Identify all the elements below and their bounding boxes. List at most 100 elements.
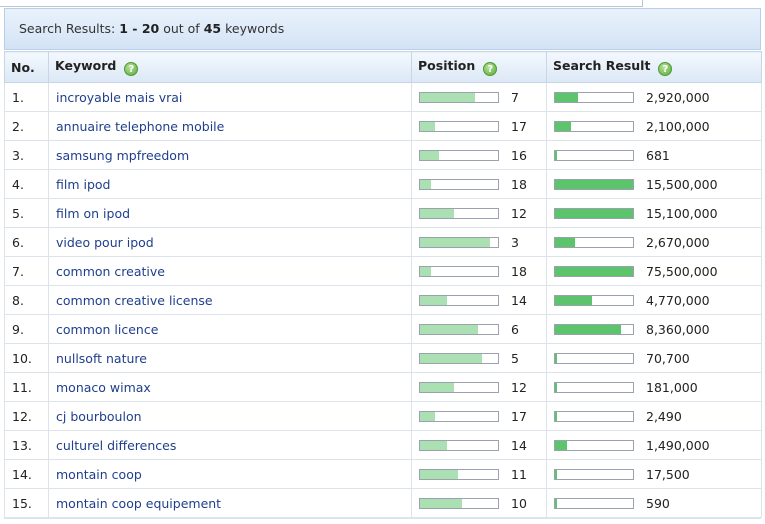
position-value: 3 bbox=[511, 235, 519, 250]
keyword-link[interactable]: montain coop bbox=[56, 467, 142, 482]
position-value: 14 bbox=[511, 438, 527, 453]
search-result-bar-fill bbox=[555, 238, 576, 247]
search-result-value: 15,100,000 bbox=[646, 206, 718, 221]
keyword-link[interactable]: nullsoft nature bbox=[56, 351, 147, 366]
search-result-cell: 8,360,000 bbox=[546, 314, 762, 344]
position-value: 14 bbox=[511, 293, 527, 308]
search-result-cell: 15,500,000 bbox=[546, 169, 762, 199]
table-row: 15. montain coop equipement 10 590 bbox=[4, 488, 762, 518]
row-number-text: 11. bbox=[12, 379, 32, 395]
keyword-cell: montain coop bbox=[48, 459, 412, 489]
position-cell: 18 bbox=[411, 256, 547, 286]
keyword-link[interactable]: common licence bbox=[56, 322, 158, 337]
keyword-link[interactable]: common creative license bbox=[56, 293, 213, 308]
position-bar-fill bbox=[420, 180, 431, 189]
search-result-value: 590 bbox=[646, 496, 670, 511]
keyword-link[interactable]: common creative bbox=[56, 264, 165, 279]
search-result-cell: 2,670,000 bbox=[546, 227, 762, 257]
help-icon[interactable]: ? bbox=[658, 62, 673, 76]
position-bar bbox=[419, 237, 499, 248]
table-row: 13. culturel differences 14 1,490,000 bbox=[4, 430, 762, 460]
search-result-cell: 2,100,000 bbox=[546, 111, 762, 141]
position-bar bbox=[419, 353, 499, 364]
position-cell: 3 bbox=[411, 227, 547, 257]
search-result-cell: 2,920,000 bbox=[546, 82, 762, 112]
table-row: 12. cj bourboulon 17 2,490 bbox=[4, 401, 762, 431]
column-no-label: No. bbox=[11, 59, 35, 75]
row-number-text: 4. bbox=[12, 176, 24, 192]
keyword-cell: annuaire telephone mobile bbox=[48, 111, 412, 141]
row-number-text: 1. bbox=[12, 89, 24, 105]
column-header-search-result[interactable]: Search Result? bbox=[546, 51, 762, 83]
column-header-no: No. bbox=[4, 51, 49, 83]
table-bottom-edge bbox=[4, 518, 761, 524]
position-bar bbox=[419, 440, 499, 451]
position-bar bbox=[419, 324, 499, 335]
row-number-text: 5. bbox=[12, 205, 24, 221]
top-tab-edge bbox=[0, 0, 643, 7]
keyword-cell: incroyable mais vrai bbox=[48, 82, 412, 112]
search-result-bar bbox=[554, 121, 634, 132]
keyword-link[interactable]: video pour ipod bbox=[56, 235, 154, 250]
keyword-table: No. Keyword? Position? Search Result? 1.… bbox=[4, 51, 762, 518]
column-position-label: Position bbox=[418, 58, 476, 73]
search-result-value: 181,000 bbox=[646, 380, 698, 395]
position-bar bbox=[419, 498, 499, 509]
position-bar-fill bbox=[420, 325, 478, 334]
row-number-text: 8. bbox=[12, 292, 24, 308]
table-row: 4. film ipod 18 15,500,000 bbox=[4, 169, 762, 199]
table-row: 3. samsung mpfreedom 16 681 bbox=[4, 140, 762, 170]
row-number: 2. bbox=[4, 111, 49, 141]
table-header-row: No. Keyword? Position? Search Result? bbox=[4, 51, 762, 83]
column-search-result-label: Search Result bbox=[553, 58, 651, 73]
row-number: 1. bbox=[4, 82, 49, 112]
search-result-cell: 681 bbox=[546, 140, 762, 170]
search-result-bar-fill bbox=[555, 267, 633, 276]
search-result-value: 2,100,000 bbox=[646, 119, 710, 134]
keyword-link[interactable]: culturel differences bbox=[56, 438, 176, 453]
search-result-bar bbox=[554, 411, 634, 422]
row-number-text: 7. bbox=[12, 263, 24, 279]
position-bar bbox=[419, 92, 499, 103]
row-number: 14. bbox=[4, 459, 49, 489]
search-result-bar-fill bbox=[555, 180, 633, 189]
table-row: 2. annuaire telephone mobile 17 2,100,000 bbox=[4, 111, 762, 141]
position-cell: 12 bbox=[411, 198, 547, 228]
help-icon[interactable]: ? bbox=[124, 62, 139, 76]
search-result-cell: 1,490,000 bbox=[546, 430, 762, 460]
position-value: 5 bbox=[511, 351, 519, 366]
keyword-link[interactable]: montain coop equipement bbox=[56, 496, 221, 511]
help-icon[interactable]: ? bbox=[483, 62, 498, 76]
keyword-link[interactable]: film on ipod bbox=[56, 206, 130, 221]
position-bar-fill bbox=[420, 354, 483, 363]
position-bar-fill bbox=[420, 93, 475, 102]
position-value: 17 bbox=[511, 119, 527, 134]
keyword-cell: common licence bbox=[48, 314, 412, 344]
keyword-cell: common creative bbox=[48, 256, 412, 286]
search-result-cell: 70,700 bbox=[546, 343, 762, 373]
row-number-text: 10. bbox=[12, 350, 32, 366]
results-prefix: Search Results: bbox=[19, 21, 116, 36]
keyword-link[interactable]: annuaire telephone mobile bbox=[56, 119, 224, 134]
position-bar-fill bbox=[420, 122, 435, 131]
position-bar-fill bbox=[420, 383, 455, 392]
keyword-link[interactable]: monaco wimax bbox=[56, 380, 151, 395]
column-header-position[interactable]: Position? bbox=[411, 51, 547, 83]
position-cell: 6 bbox=[411, 314, 547, 344]
keyword-cell: common creative license bbox=[48, 285, 412, 315]
row-number: 9. bbox=[4, 314, 49, 344]
row-number: 7. bbox=[4, 256, 49, 286]
keyword-link[interactable]: film ipod bbox=[56, 177, 111, 192]
keyword-link[interactable]: incroyable mais vrai bbox=[56, 90, 182, 105]
position-bar-fill bbox=[420, 151, 439, 160]
search-result-value: 15,500,000 bbox=[646, 177, 718, 192]
position-bar-fill bbox=[420, 238, 491, 247]
search-result-bar-fill bbox=[555, 325, 621, 334]
search-result-bar bbox=[554, 150, 634, 161]
position-bar bbox=[419, 411, 499, 422]
keyword-cell: cj bourboulon bbox=[48, 401, 412, 431]
position-value: 7 bbox=[511, 90, 519, 105]
keyword-link[interactable]: samsung mpfreedom bbox=[56, 148, 189, 163]
column-header-keyword[interactable]: Keyword? bbox=[48, 51, 412, 83]
keyword-link[interactable]: cj bourboulon bbox=[56, 409, 142, 424]
